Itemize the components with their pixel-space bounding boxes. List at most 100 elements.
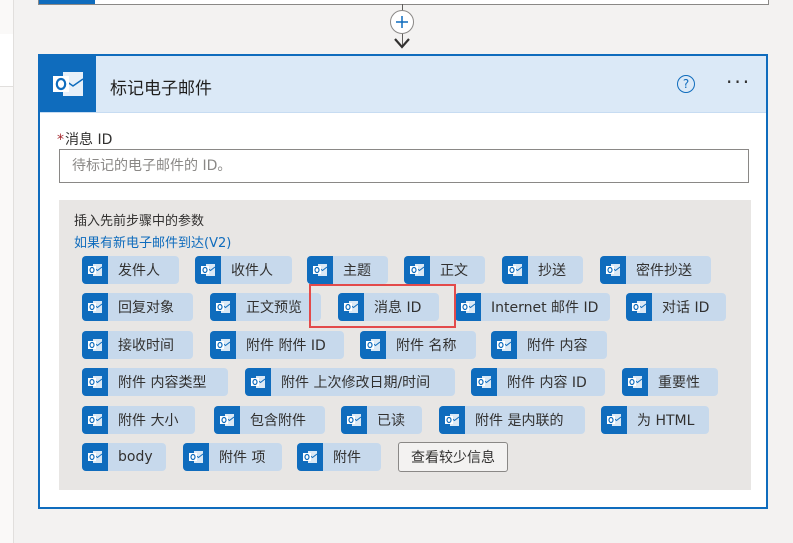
token-attachment-content-id[interactable]: 附件 内容 ID <box>471 368 605 396</box>
outlook-icon <box>600 256 626 284</box>
token-attachment-is-inline[interactable]: 附件 是内联的 <box>439 406 585 434</box>
token-label: 抄送 <box>538 263 566 279</box>
token-attachment-id[interactable]: 附件 附件 ID <box>210 331 344 359</box>
plus-icon <box>396 16 408 28</box>
token-bcc[interactable]: 密件抄送 <box>600 256 711 284</box>
outlook-icon <box>307 256 333 284</box>
highlight-box <box>309 284 456 328</box>
card-title[interactable]: 标记电子邮件 <box>110 74 212 99</box>
outlook-icon <box>82 368 108 396</box>
token-body-preview[interactable]: 正文预览 <box>210 293 321 321</box>
token-to[interactable]: 收件人 <box>195 256 292 284</box>
outlook-icon <box>601 406 627 434</box>
token-attachment-size[interactable]: 附件 大小 <box>82 406 195 434</box>
outlook-icon <box>82 443 108 471</box>
token-attachment-content-type[interactable]: 附件 内容类型 <box>82 368 228 396</box>
token-label: 重要性 <box>658 375 700 391</box>
dynamic-content-title: 插入先前步骤中的参数 <box>74 214 205 229</box>
token-label: 接收时间 <box>118 338 174 354</box>
outlook-icon <box>455 293 481 321</box>
show-less-button[interactable]: 查看较少信息 <box>398 442 508 472</box>
token-label: 附件 名称 <box>396 338 457 354</box>
outlook-icon <box>82 293 108 321</box>
token-received-time[interactable]: 接收时间 <box>82 331 193 359</box>
required-mark: * <box>57 132 64 148</box>
token-attachments[interactable]: 附件 <box>297 443 381 471</box>
outlook-icon <box>195 256 221 284</box>
token-body[interactable]: 正文 <box>404 256 485 284</box>
action-card: 标记电子邮件 ? ··· *消息 ID 插入先前步骤中的参数 如果有新电子邮件到… <box>38 54 768 509</box>
token-label: 附件 上次修改日期/时间 <box>281 375 431 391</box>
outlook-icon <box>82 406 108 434</box>
token-attachment-content[interactable]: 附件 内容 <box>491 331 607 359</box>
token-reply-to[interactable]: 回复对象 <box>82 293 193 321</box>
previous-step-card[interactable] <box>38 0 769 5</box>
outlook-icon <box>210 331 236 359</box>
token-importance[interactable]: 重要性 <box>622 368 718 396</box>
outlook-icon <box>471 368 497 396</box>
outlook-icon <box>245 368 271 396</box>
message-id-label: *消息 ID <box>57 129 112 149</box>
outlook-icon <box>502 256 528 284</box>
outlook-icon <box>404 256 430 284</box>
message-id-input[interactable] <box>59 149 749 183</box>
outlook-icon <box>341 406 367 434</box>
token-label: 附件 <box>333 450 361 466</box>
token-cc[interactable]: 抄送 <box>502 256 583 284</box>
token-internet-message-id[interactable]: Internet 邮件 ID <box>455 293 610 321</box>
outlook-icon <box>183 443 209 471</box>
token-label: 附件 内容 ID <box>507 375 587 391</box>
outlook-app-icon-box <box>40 56 96 112</box>
outlook-icon <box>297 443 323 471</box>
token-label: 包含附件 <box>250 413 306 429</box>
token-label: 为 HTML <box>637 413 695 429</box>
token-conversation-id[interactable]: 对话 ID <box>626 293 726 321</box>
message-id-label-text: 消息 ID <box>65 132 113 148</box>
token-label: 正文 <box>440 263 468 279</box>
token-attachment-last-modified[interactable]: 附件 上次修改日期/时间 <box>245 368 455 396</box>
card-header[interactable]: 标记电子邮件 ? ··· <box>40 56 766 113</box>
outlook-icon <box>214 406 240 434</box>
arrow-down-icon <box>394 38 410 49</box>
outlook-icon <box>439 406 465 434</box>
token-label: body <box>118 449 153 465</box>
dynamic-content-panel: 插入先前步骤中的参数 如果有新电子邮件到达(V2) 发件人 收件人 主题 正文 … <box>59 200 751 490</box>
token-label: 附件 大小 <box>118 413 179 429</box>
token-label: 附件 附件 ID <box>246 338 326 354</box>
outlook-icon <box>210 293 236 321</box>
token-label: 已读 <box>377 413 405 429</box>
token-label: 收件人 <box>231 263 273 279</box>
token-is-html[interactable]: 为 HTML <box>601 406 709 434</box>
more-icon[interactable]: ··· <box>726 70 751 94</box>
token-label: 附件 内容类型 <box>118 375 207 391</box>
token-body-html[interactable]: body <box>82 443 166 471</box>
help-icon[interactable]: ? <box>677 75 695 93</box>
token-label: 附件 内容 <box>527 338 588 354</box>
add-step-button[interactable] <box>390 10 414 34</box>
outlook-icon <box>622 368 648 396</box>
left-panel-item <box>0 34 13 87</box>
outlook-icon <box>491 331 517 359</box>
token-label: Internet 邮件 ID <box>491 300 599 316</box>
outlook-icon <box>626 293 652 321</box>
token-label: 对话 ID <box>662 300 710 316</box>
token-label: 附件 是内联的 <box>475 413 564 429</box>
token-sender[interactable]: 发件人 <box>82 256 179 284</box>
token-label: 正文预览 <box>246 300 302 316</box>
previous-step-accent <box>39 0 95 4</box>
token-is-read[interactable]: 已读 <box>341 406 422 434</box>
token-label: 主题 <box>343 263 371 279</box>
outlook-icon <box>82 331 108 359</box>
token-label: 附件 项 <box>219 450 266 466</box>
outlook-icon <box>53 72 84 96</box>
trigger-source-link[interactable]: 如果有新电子邮件到达(V2) <box>74 232 231 251</box>
token-has-attachment[interactable]: 包含附件 <box>214 406 325 434</box>
token-label: 回复对象 <box>118 300 174 316</box>
token-label: 密件抄送 <box>636 263 692 279</box>
token-subject[interactable]: 主题 <box>307 256 388 284</box>
left-panel <box>0 0 14 543</box>
token-attachment-name[interactable]: 附件 名称 <box>360 331 476 359</box>
outlook-icon <box>82 256 108 284</box>
outlook-icon <box>360 331 386 359</box>
token-attachment-item[interactable]: 附件 项 <box>183 443 282 471</box>
